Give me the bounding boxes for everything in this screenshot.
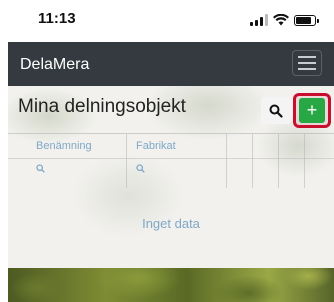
hamburger-icon xyxy=(298,56,316,58)
status-icons xyxy=(250,13,319,27)
search-button[interactable] xyxy=(261,97,291,124)
signal-icon xyxy=(250,14,268,26)
add-button[interactable]: + xyxy=(299,98,325,123)
filter-search-icon[interactable] xyxy=(136,164,145,173)
battery-icon xyxy=(294,14,319,26)
filter-search-icon[interactable] xyxy=(36,164,45,173)
page-title: Mina delningsobjekt xyxy=(18,96,186,117)
status-bar: 11:13 xyxy=(0,0,334,42)
column-header-benamning[interactable]: Benämning xyxy=(36,140,92,152)
background-image xyxy=(8,268,334,302)
search-icon xyxy=(269,104,283,118)
hamburger-menu-button[interactable] xyxy=(292,50,322,76)
wifi-icon xyxy=(273,14,289,26)
data-table: Benämning Fabrikat xyxy=(8,133,334,188)
brand-link[interactable]: DelaMera xyxy=(20,56,89,74)
status-time: 11:13 xyxy=(38,10,76,27)
column-header-fabrikat[interactable]: Fabrikat xyxy=(136,140,176,152)
add-button-highlight: + xyxy=(293,93,331,128)
empty-state-text: Inget data xyxy=(142,216,200,231)
navbar: DelaMera xyxy=(8,42,334,86)
